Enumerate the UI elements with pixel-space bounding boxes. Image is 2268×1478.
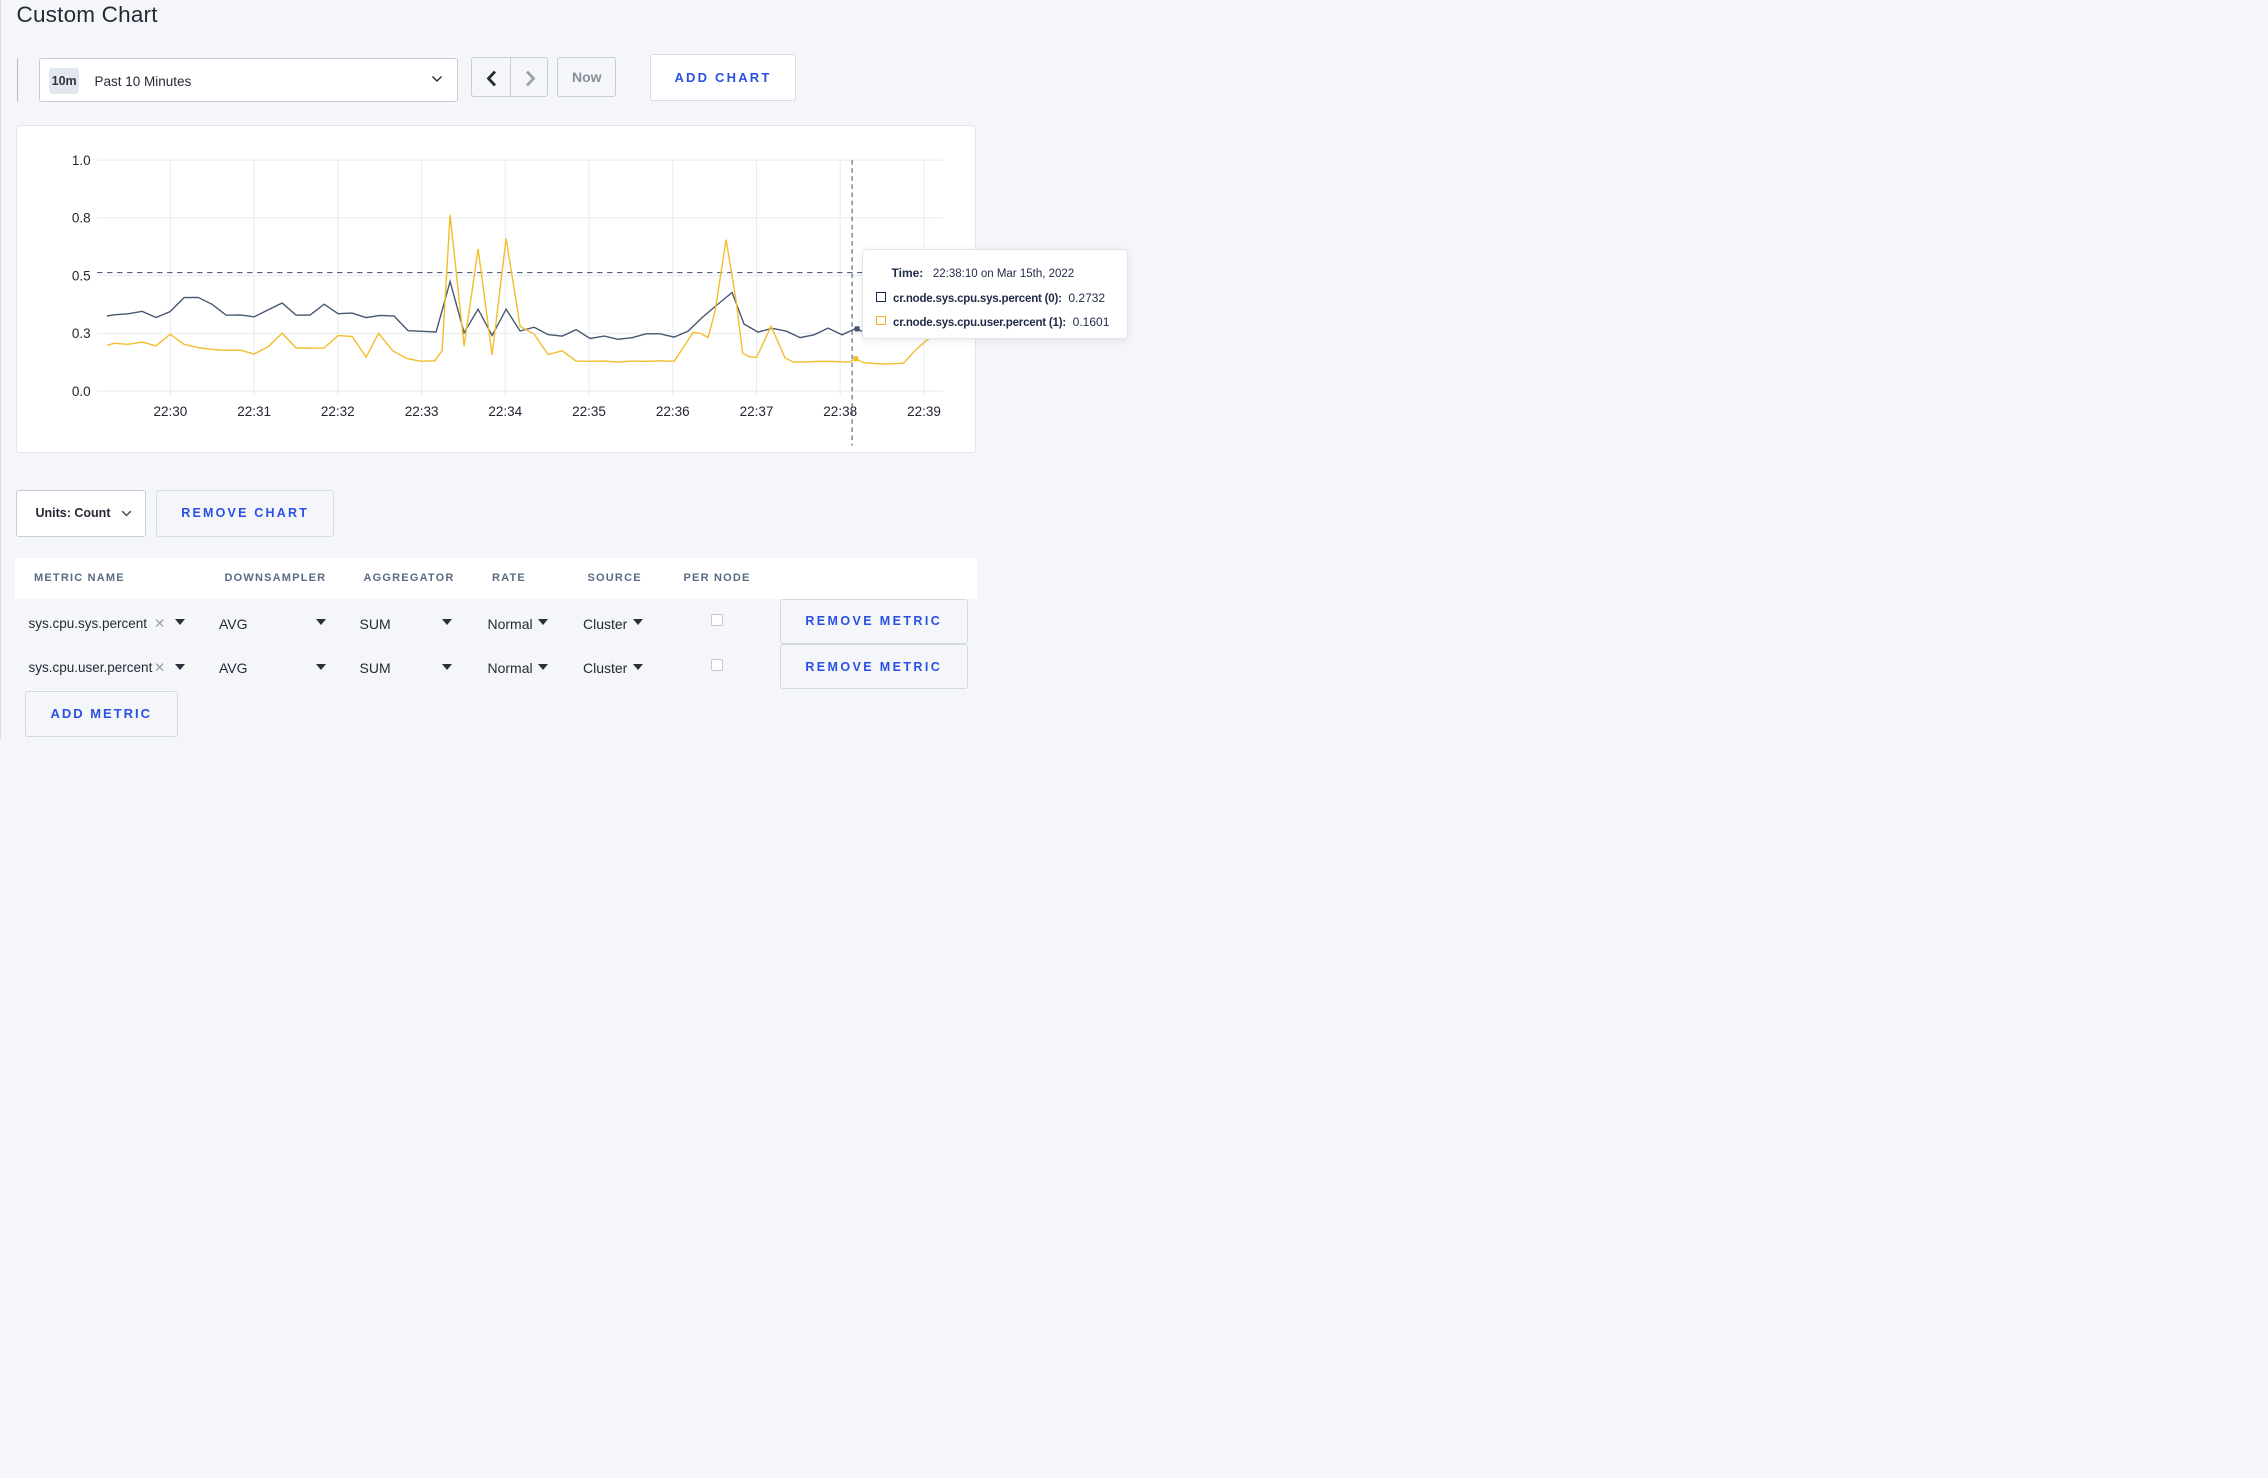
svg-text:22:34: 22:34 (488, 404, 522, 419)
svg-text:22:37: 22:37 (739, 404, 773, 419)
svg-text:22:36: 22:36 (656, 404, 690, 419)
svg-text:22:32: 22:32 (321, 404, 355, 419)
svg-text:22:31: 22:31 (237, 404, 271, 419)
svg-text:0.5: 0.5 (72, 269, 91, 284)
svg-text:0.0: 0.0 (72, 384, 91, 399)
svg-text:22:39: 22:39 (907, 404, 941, 419)
svg-text:22:35: 22:35 (572, 404, 606, 419)
svg-text:22:30: 22:30 (153, 404, 187, 419)
svg-text:22:33: 22:33 (405, 404, 439, 419)
svg-text:1.0: 1.0 (72, 153, 91, 168)
svg-text:0.3: 0.3 (72, 326, 91, 341)
svg-text:0.8: 0.8 (72, 211, 91, 226)
